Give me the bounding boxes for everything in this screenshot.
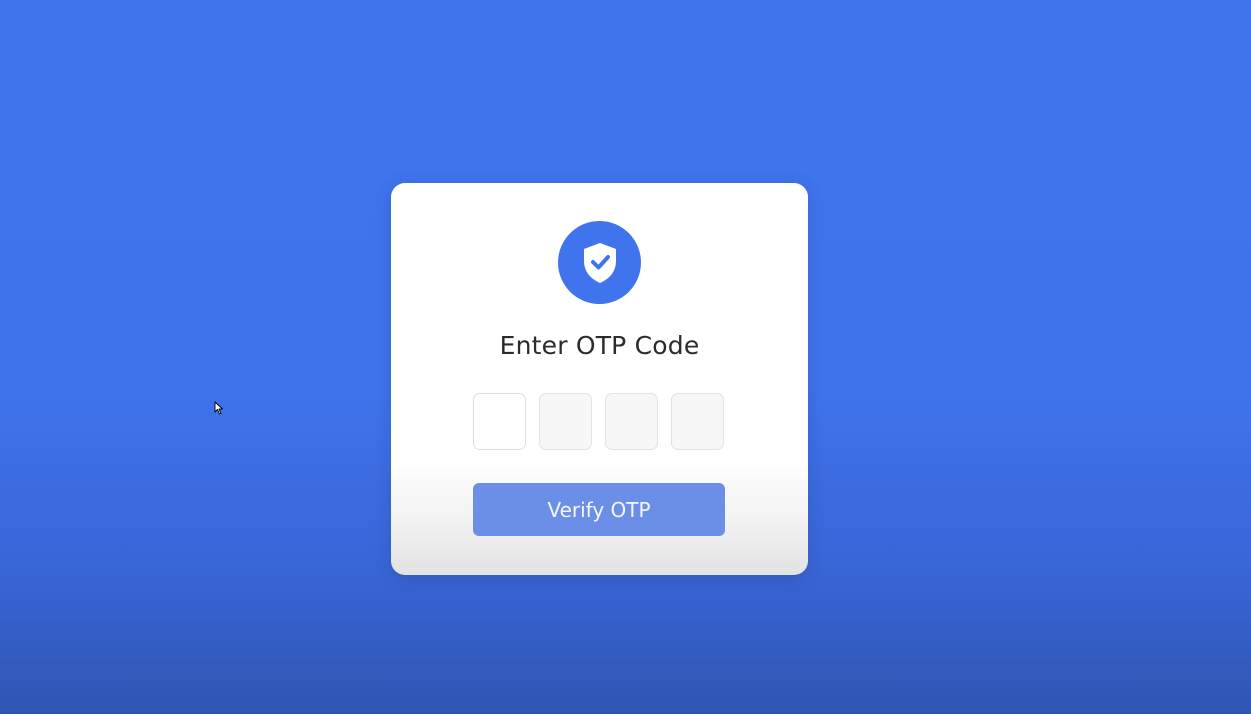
otp-digit-1[interactable] bbox=[473, 393, 526, 450]
shield-check-icon bbox=[558, 221, 641, 304]
page-title: Enter OTP Code bbox=[499, 331, 700, 360]
shield-check-glyph bbox=[583, 242, 616, 283]
verify-otp-button[interactable]: Verify OTP bbox=[473, 483, 725, 536]
otp-digit-4[interactable] bbox=[671, 393, 724, 450]
otp-digit-2[interactable] bbox=[539, 393, 592, 450]
otp-digit-3[interactable] bbox=[605, 393, 658, 450]
mouse-cursor-icon bbox=[214, 401, 223, 415]
otp-card: Enter OTP Code Verify OTP bbox=[391, 183, 808, 575]
otp-input-group bbox=[473, 393, 724, 450]
